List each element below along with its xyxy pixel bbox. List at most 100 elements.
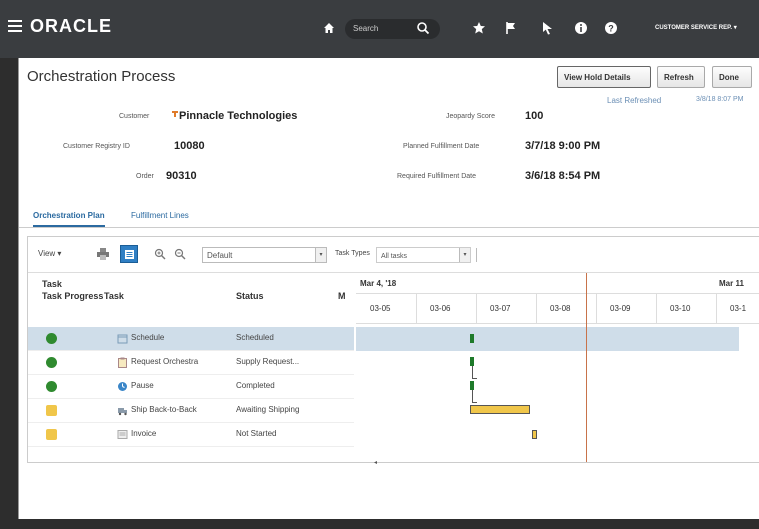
day-label: 03-1 — [730, 304, 747, 313]
info-icon[interactable] — [574, 21, 588, 35]
done-button[interactable]: Done — [712, 66, 752, 88]
shipment-icon — [118, 408, 127, 416]
toolbar-divider — [476, 248, 477, 262]
view-hold-details-button[interactable]: View Hold Details — [557, 66, 651, 88]
header-task: Task — [104, 291, 124, 301]
gantt-milestone-schedule[interactable] — [470, 334, 474, 343]
task-name: Invoice — [131, 429, 157, 438]
navigator-arrow-icon[interactable] — [540, 21, 554, 35]
invoice-icon — [117, 430, 128, 439]
selected-row-band — [356, 327, 739, 351]
home-icon[interactable] — [323, 22, 335, 34]
zoom-level-select[interactable]: Default ▾ — [202, 247, 327, 263]
tab-bar: Orchestration Plan Fulfillment Lines — [19, 206, 759, 228]
task-types-select[interactable]: All tasks ▾ — [376, 247, 471, 263]
tab-orchestration-plan[interactable]: Orchestration Plan — [33, 211, 105, 227]
gantt-milestone-pause[interactable] — [470, 381, 474, 390]
task-table: Task Task Progress Task Status M Schedul… — [28, 273, 354, 462]
table-row[interactable]: Invoice Not Started — [28, 423, 354, 447]
main-panel: Orchestration Process View Hold Details … — [18, 58, 759, 519]
day-grid-line — [416, 293, 417, 323]
refresh-button[interactable]: Refresh — [657, 66, 705, 88]
gantt-bar-ship[interactable] — [470, 405, 530, 414]
day-label: 03-10 — [670, 304, 691, 313]
pending-status-icon — [46, 405, 57, 416]
day-label: 03-06 — [430, 304, 451, 313]
search-icon[interactable] — [416, 21, 430, 35]
week-label: Mar 4, '18 — [360, 279, 397, 288]
table-row[interactable]: Ship Back-to-Back Awaiting Shipping — [28, 399, 354, 423]
table-row[interactable]: Schedule Scheduled — [28, 327, 354, 351]
customer-label: Customer — [119, 113, 150, 120]
required-date-value: 3/6/18 8:54 PM — [525, 170, 601, 182]
task-name: Pause — [131, 381, 154, 390]
jeopardy-label: Jeopardy Score — [446, 113, 496, 120]
zoom-in-icon[interactable] — [154, 248, 166, 260]
task-status: Scheduled — [236, 333, 274, 342]
header-status: Status — [236, 291, 264, 301]
task-status: Not Started — [236, 429, 277, 438]
jeopardy-value: 100 — [525, 110, 544, 122]
print-icon[interactable] — [96, 247, 110, 261]
today-marker-line — [586, 273, 587, 462]
order-label: Order — [136, 173, 154, 180]
top-bar: ORACLE Search ? CUSTOMER SERVICE REP. ▾ — [0, 0, 759, 58]
customer-value: Pinnacle Technologies — [179, 110, 298, 122]
page-title: Orchestration Process — [27, 68, 176, 85]
gantt-toolbar: View ▾ Default ▾ Task Types All tasks ▾ — [28, 237, 759, 273]
header-divider — [356, 323, 759, 324]
bottom-bar — [0, 519, 759, 529]
task-status: Supply Request... — [236, 357, 300, 366]
day-label: 03-08 — [550, 304, 571, 313]
zoom-out-icon[interactable] — [174, 248, 186, 260]
flag-icon[interactable] — [504, 21, 518, 35]
task-status: Awaiting Shipping — [236, 405, 300, 414]
day-grid-line — [596, 293, 597, 323]
day-label: 03-09 — [610, 304, 631, 313]
hamburger-menu-icon[interactable] — [8, 20, 22, 32]
help-icon[interactable]: ? — [604, 21, 618, 35]
task-name: Ship Back-to-Back — [131, 405, 197, 414]
pending-status-icon — [46, 429, 57, 440]
gantt-milestone-request[interactable] — [470, 357, 474, 366]
task-status: Completed — [236, 381, 275, 390]
table-row[interactable]: Pause Completed — [28, 375, 354, 399]
dependency-line — [472, 378, 477, 379]
list-icon — [125, 250, 134, 259]
day-label: 03-05 — [370, 304, 391, 313]
zoom-level-value: Default — [207, 251, 233, 260]
table-row[interactable]: Request Orchestra Supply Request... — [28, 351, 354, 375]
tab-fulfillment-lines[interactable]: Fulfillment Lines — [131, 211, 189, 220]
week-label: Mar 11 — [719, 279, 744, 288]
oracle-logo: ORACLE — [30, 16, 112, 36]
svg-text:?: ? — [608, 24, 614, 34]
last-refreshed-value: 3/8/18 8:07 PM — [696, 96, 744, 103]
header-m: M — [338, 291, 346, 301]
chevron-down-icon: ▾ — [459, 248, 470, 262]
favorites-star-icon[interactable] — [472, 21, 486, 35]
view-menu[interactable]: View ▾ — [38, 249, 61, 258]
user-menu[interactable]: CUSTOMER SERVICE REP. ▾ — [655, 24, 737, 31]
planned-date-value: 3/7/18 9:00 PM — [525, 140, 601, 152]
list-view-toggle[interactable] — [120, 245, 138, 263]
required-date-label: Required Fulfillment Date — [397, 173, 476, 180]
dependency-line — [472, 390, 473, 402]
last-refreshed-label: Last Refreshed — [607, 96, 662, 105]
day-grid-line — [536, 293, 537, 323]
registry-value: 10080 — [174, 140, 205, 152]
splitter-handle[interactable]: ◂ — [374, 459, 380, 469]
chevron-down-icon: ▾ — [315, 248, 326, 262]
schedule-icon — [117, 334, 128, 344]
dependency-line — [472, 366, 473, 378]
task-name: Schedule — [131, 333, 165, 342]
gantt-bar-invoice[interactable] — [532, 430, 537, 439]
planned-date-label: Planned Fulfillment Date — [403, 143, 480, 150]
complete-check-icon — [46, 357, 57, 368]
dependency-line — [472, 402, 477, 403]
registry-label: Customer Registry ID — [63, 143, 130, 150]
task-name: Request Orchestra — [131, 357, 199, 366]
gantt-timeline: Mar 4, '18 Mar 11 03-05 03-06 03-07 03-0… — [356, 273, 759, 462]
required-marker-icon — [172, 111, 178, 117]
complete-check-icon — [46, 333, 57, 344]
task-types-value: All tasks — [381, 253, 408, 260]
